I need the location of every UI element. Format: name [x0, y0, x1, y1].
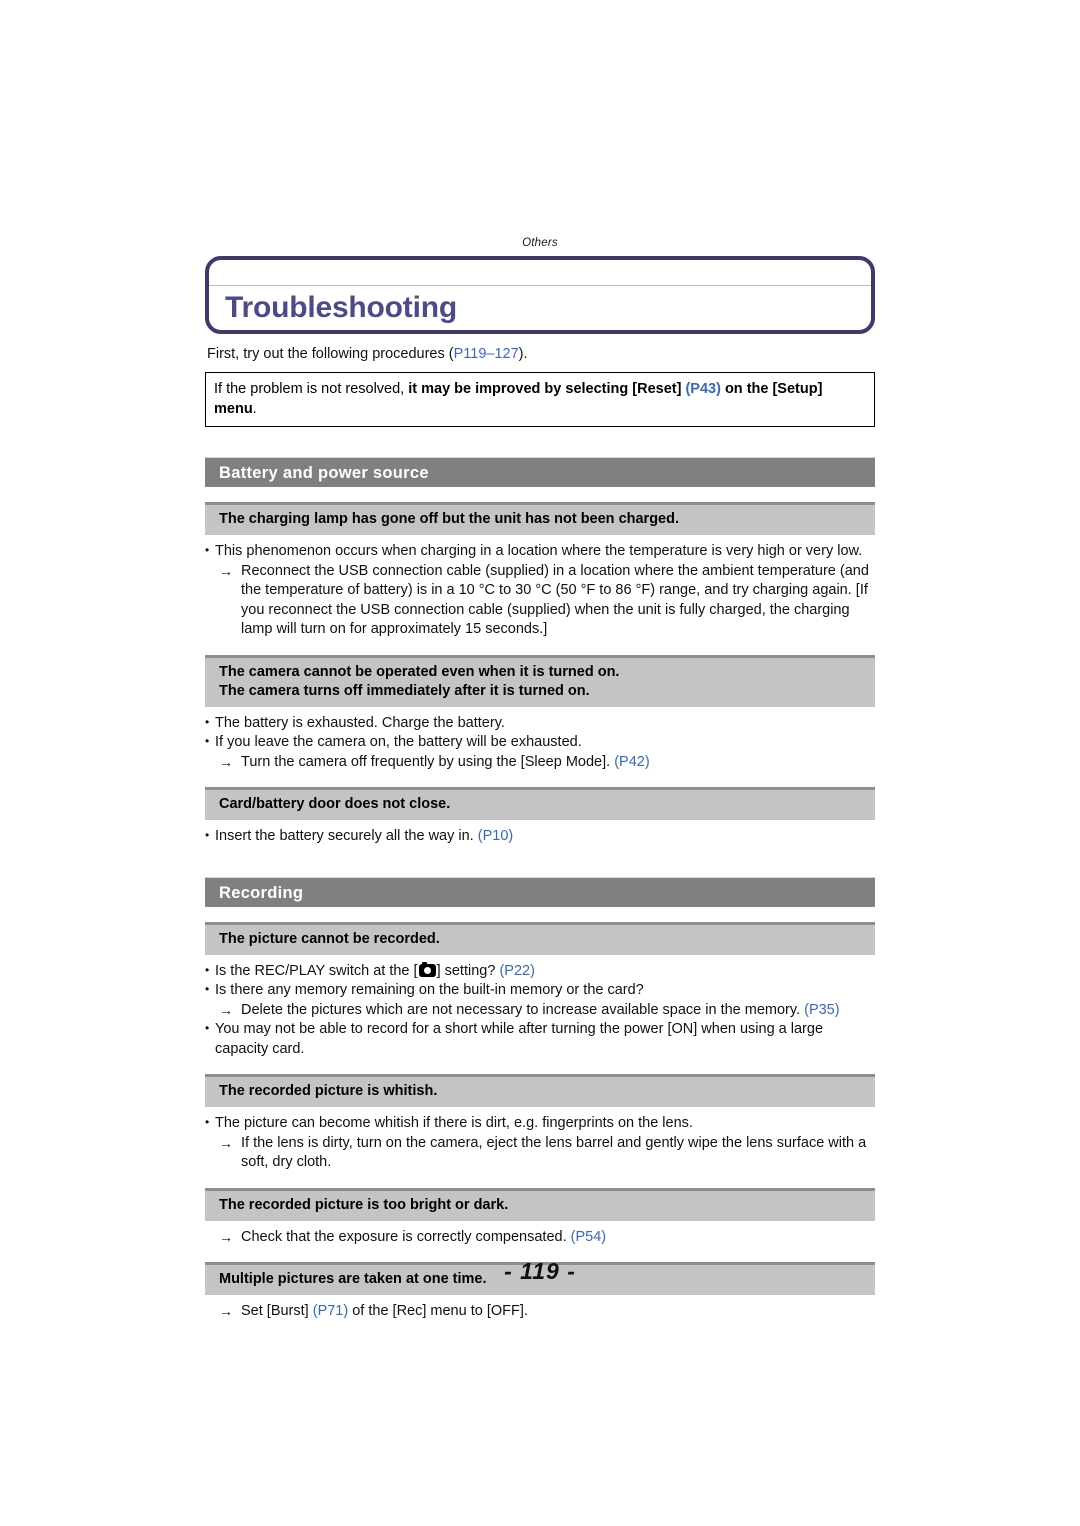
note-page-reference[interactable]: (P43)	[685, 381, 720, 397]
subsection-title-line: The charging lamp has gone off but the u…	[219, 511, 679, 527]
bullet-item: Is the REC/PLAY switch at the [ ] setting…	[205, 961, 875, 982]
bullet-item: If you leave the camera on, the battery …	[205, 732, 875, 753]
subsection-header-picture-cannot-be-recorded: The picture cannot be recorded.	[205, 921, 875, 955]
section-header-battery: Battery and power source	[205, 457, 875, 487]
arrow-item: If the lens is dirty, turn on the camera…	[205, 1134, 875, 1173]
bullet-item: Insert the battery securely all the way …	[205, 826, 875, 847]
answer-block-multiple-pictures: Set [Burst] (P71) of the [Rec] menu to […	[205, 1302, 875, 1322]
subsection-header-card-battery-door: Card/battery door does not close.	[205, 787, 875, 820]
page-reference[interactable]: (P54)	[571, 1229, 606, 1245]
answer-block-camera-not-operated: The battery is exhausted. Charge the bat…	[205, 713, 875, 773]
camera-icon	[418, 961, 436, 977]
subsection-header-picture-whitish: The recorded picture is whitish.	[205, 1074, 875, 1107]
answer-block-picture-bright-or-dark: Check that the exposure is correctly com…	[205, 1228, 875, 1248]
page-number: - 119 -	[504, 1258, 576, 1284]
subsection-title-line: The recorded picture is too bright or da…	[219, 1196, 509, 1213]
subsection-header-camera-not-operated: The camera cannot be operated even when …	[205, 654, 875, 707]
subsection-header-picture-bright-or-dark: The recorded picture is too bright or da…	[205, 1187, 875, 1221]
page-reference[interactable]: (P22)	[499, 963, 534, 979]
arrow-text-before: Set [Burst]	[241, 1303, 313, 1319]
bullet-text-before: Is the REC/PLAY switch at the [	[215, 962, 418, 979]
answer-block-card-battery-door: Insert the battery securely all the way …	[205, 826, 875, 847]
note-bold-text: it may be improved by selecting [Reset]	[408, 381, 686, 397]
manual-page: Others Troubleshooting First, try out th…	[0, 0, 1080, 1526]
reset-note-box: If the problem is not resolved, it may b…	[205, 372, 875, 427]
arrow-text: Check that the exposure is correctly com…	[241, 1228, 571, 1245]
answer-block-picture-whitish: The picture can become whitish if there …	[205, 1113, 875, 1173]
arrow-text: Turn the camera off frequently by using …	[241, 753, 615, 770]
running-head: Others	[522, 237, 558, 249]
arrow-item: Turn the camera off frequently by using …	[205, 753, 875, 773]
bullet-text: Insert the battery securely all the way …	[215, 828, 478, 844]
intro-text-before: First, try out the following procedures …	[207, 346, 454, 362]
subsection-header-charging-lamp: The charging lamp has gone off but the u…	[205, 502, 875, 535]
intro-page-reference[interactable]: P119–127	[454, 346, 519, 362]
arrow-item: Delete the pictures which are not necess…	[205, 1001, 875, 1021]
intro-text-after: ).	[518, 346, 528, 362]
title-divider	[209, 285, 871, 286]
section-header-recording: Recording	[205, 876, 875, 907]
bullet-item: Is there any memory remaining on the bui…	[205, 980, 875, 1001]
arrow-text-after: of the [Rec] menu to [OFF].	[348, 1303, 528, 1319]
arrow-item: Set [Burst] (P71) of the [Rec] menu to […	[205, 1302, 875, 1322]
subsection-title-line: Card/battery door does not close.	[219, 796, 451, 812]
page-title-box: Troubleshooting	[205, 256, 875, 334]
intro-line: First, try out the following procedures …	[207, 345, 875, 364]
answer-block-picture-cannot-be-recorded: Is the REC/PLAY switch at the [ ] setting…	[205, 961, 875, 1060]
page-title: Troubleshooting	[225, 291, 457, 324]
answer-block-charging-lamp: This phenomenon occurs when charging in …	[205, 541, 875, 640]
page-reference[interactable]: (P35)	[804, 1002, 839, 1018]
arrow-text: Delete the pictures which are not necess…	[241, 1001, 805, 1018]
bullet-item: You may not be able to record for a shor…	[205, 1019, 875, 1059]
note-period: .	[252, 401, 257, 417]
bullet-text-after: ] setting?	[436, 962, 500, 979]
page-reference[interactable]: (P10)	[478, 828, 513, 844]
bullet-item: This phenomenon occurs when charging in …	[205, 541, 875, 562]
subsection-title-line: The picture cannot be recorded.	[219, 930, 440, 947]
bullet-item: The battery is exhausted. Charge the bat…	[205, 713, 875, 734]
page-reference[interactable]: (P42)	[614, 754, 649, 770]
arrow-item: Reconnect the USB connection cable (supp…	[205, 562, 875, 640]
subsection-title-line: The camera cannot be operated even when …	[219, 663, 620, 680]
bullet-item: The picture can become whitish if there …	[205, 1113, 875, 1134]
page-reference[interactable]: (P71)	[313, 1303, 348, 1319]
arrow-item: Check that the exposure is correctly com…	[205, 1228, 875, 1248]
subsection-title-line: The recorded picture is whitish.	[219, 1083, 438, 1099]
subsection-title-line: The camera turns off immediately after i…	[219, 682, 590, 699]
page-content: Others Troubleshooting First, try out th…	[205, 236, 875, 1322]
note-plain-text: If the problem is not resolved,	[214, 381, 409, 397]
